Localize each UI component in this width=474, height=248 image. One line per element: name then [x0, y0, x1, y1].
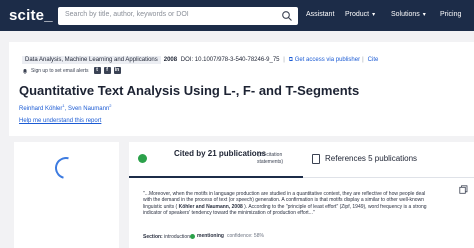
mention-badge: mentioning confidence: 58% — [190, 233, 264, 239]
top-navigation-bar: scite_ Search by title, author, keywords… — [0, 0, 474, 31]
get-access-link[interactable]: ⧉ Get access via publisher — [289, 57, 360, 63]
search-input[interactable]: Search by title, author, keywords or DOI — [58, 7, 298, 25]
nav-solutions[interactable]: Solutions ▾ — [391, 11, 426, 18]
search-placeholder: Search by title, author, keywords or DOI — [65, 11, 189, 18]
citations-card: Cited by 21 publications (26 citation st… — [129, 142, 474, 248]
nav-product[interactable]: Product ▾ — [345, 11, 375, 18]
tab-cited-by[interactable]: Cited by 21 publications (26 citation st… — [129, 142, 303, 178]
tab-references[interactable]: References 5 publications — [303, 142, 474, 178]
separator: | — [362, 57, 364, 63]
scite-logo[interactable]: scite_ — [9, 7, 53, 24]
copy-icon[interactable] — [459, 185, 468, 194]
twitter-icon[interactable]: t — [93, 67, 101, 74]
search-icon[interactable] — [281, 10, 293, 22]
alert-row: Sign up to set email alerts t f in — [22, 67, 121, 74]
citation-reference: Köhler and Naumann, 2008 — [178, 203, 243, 210]
chevron-down-icon: ▾ — [372, 12, 376, 18]
section-row: Section: introduction — [143, 234, 190, 240]
nav-assistant[interactable]: Assistant — [306, 11, 334, 18]
references-label: References 5 publications — [325, 154, 418, 163]
nav-pricing[interactable]: Pricing — [440, 11, 461, 18]
mentioning-dot-icon — [190, 233, 195, 239]
citation-statements-count: (26 citation statements) — [256, 152, 284, 165]
smart-citation-panel — [14, 142, 119, 248]
help-link[interactable]: Help me understand this report — [19, 118, 101, 124]
author-link[interactable]: Reinhard Köhler1 — [19, 103, 65, 112]
paper-title: Quantitative Text Analysis Using L-, F- … — [19, 83, 360, 98]
bell-icon[interactable] — [22, 68, 28, 74]
linkedin-icon[interactable]: in — [113, 67, 121, 74]
author-link[interactable]: Sven Naumann2 — [68, 103, 112, 112]
paper-doi: DOI: 10.1007/978-3-540-78246-9_75 — [180, 57, 280, 63]
journal-tag[interactable]: Data Analysis, Machine Learning and Appl… — [22, 56, 161, 64]
citation-statement: "...Moreover, when the motifs in languag… — [135, 183, 470, 248]
citation-text: "...Moreover, when the motifs in languag… — [143, 191, 427, 216]
quote-bubble-icon — [138, 154, 147, 163]
email-alert-link[interactable]: Sign up to set email alerts — [31, 68, 89, 74]
loading-spinner-icon — [50, 152, 82, 184]
chevron-down-icon: ▾ — [422, 12, 426, 18]
paper-year: 2008 — [163, 57, 178, 63]
facebook-icon[interactable]: f — [103, 67, 111, 74]
paper-header-card: Data Analysis, Machine Learning and Appl… — [9, 42, 474, 136]
authors-list: Reinhard Köhler1, Sven Naumann2 — [19, 103, 112, 112]
separator: | — [283, 57, 285, 63]
document-icon — [312, 154, 320, 164]
paper-meta-row: Data Analysis, Machine Learning and Appl… — [22, 56, 378, 64]
cite-link[interactable]: Cite — [368, 57, 379, 63]
